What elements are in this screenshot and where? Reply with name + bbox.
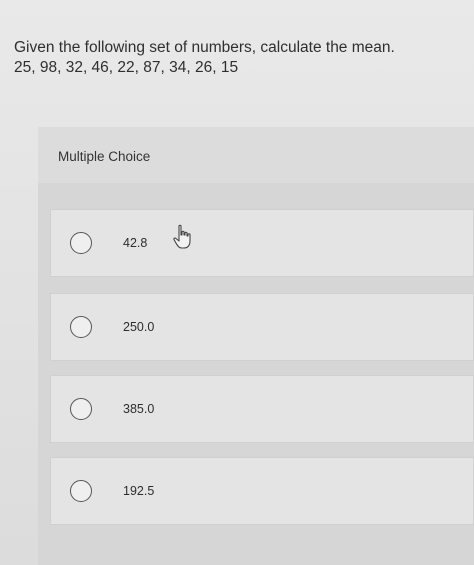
answer-option-label: 250.0	[123, 320, 155, 334]
answer-option-1[interactable]: 42.8	[50, 209, 474, 277]
answer-option-label: 385.0	[123, 402, 155, 416]
screen: Given the following set of numbers, calc…	[0, 0, 474, 565]
radio-unselected-icon[interactable]	[70, 398, 92, 420]
multiple-choice-title: Multiple Choice	[58, 149, 151, 164]
question-prompt: Given the following set of numbers, calc…	[14, 38, 464, 78]
answer-option-4[interactable]: 192.5	[50, 457, 474, 525]
hand-pointer-icon	[173, 224, 191, 249]
answer-option-label: 42.8	[123, 236, 148, 250]
multiple-choice-panel: Multiple Choice 42.8 250.0 385.0 192.5	[38, 127, 474, 565]
answer-option-3[interactable]: 385.0	[50, 375, 474, 443]
answer-option-label: 192.5	[123, 484, 155, 498]
answer-option-2[interactable]: 250.0	[50, 293, 474, 361]
radio-unselected-icon[interactable]	[70, 316, 92, 338]
question-text: Given the following set of numbers, calc…	[14, 39, 395, 56]
question-numbers: 25, 98, 32, 46, 22, 87, 34, 26, 15	[14, 59, 239, 76]
radio-unselected-icon[interactable]	[70, 480, 92, 502]
radio-unselected-icon[interactable]	[70, 232, 92, 254]
multiple-choice-header: Multiple Choice	[38, 127, 474, 183]
